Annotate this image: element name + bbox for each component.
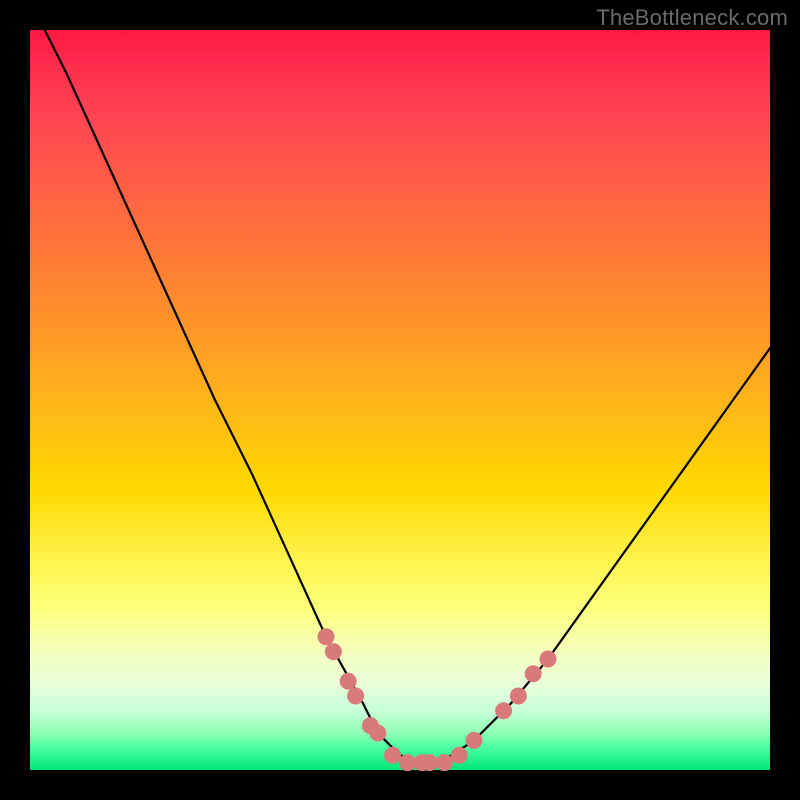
chart-frame: TheBottleneck.com [0,0,800,800]
chart-gradient-background [30,30,770,770]
watermark-text: TheBottleneck.com [596,5,788,31]
